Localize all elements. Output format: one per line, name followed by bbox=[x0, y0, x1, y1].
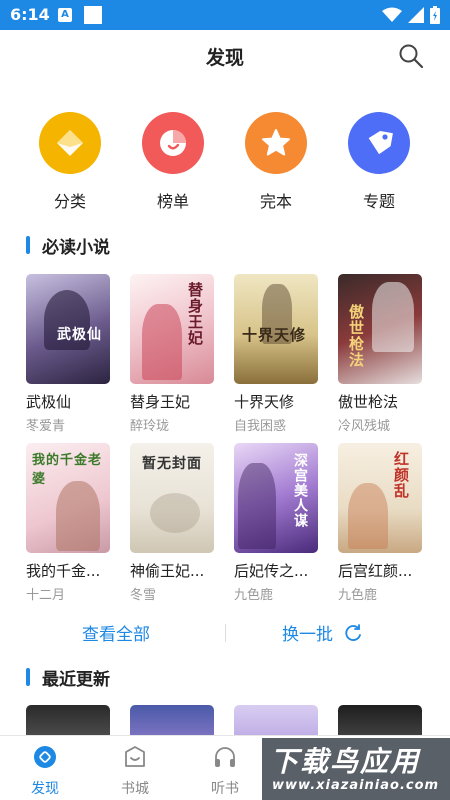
cover-title: 十界天修 bbox=[242, 326, 307, 344]
recent-book-cover[interactable] bbox=[234, 705, 318, 735]
book-cover: 我的千金老婆 bbox=[26, 443, 110, 553]
headphones-icon bbox=[215, 747, 235, 767]
diamond-icon bbox=[39, 112, 101, 174]
bookstore-icon bbox=[125, 746, 145, 767]
book-title: 后宫红颜... bbox=[338, 562, 413, 580]
section-must-read: 必读小说 bbox=[26, 233, 110, 258]
category-label: 专题 bbox=[362, 192, 395, 211]
cover-title: 深宫美人谋 bbox=[292, 453, 308, 528]
cover-title: 替身王妃 bbox=[186, 282, 204, 346]
category-row: 分类 榜单 完本 专题 bbox=[0, 112, 450, 217]
recent-book-cover[interactable] bbox=[26, 705, 110, 735]
site-watermark: 下载鸟应用 www.xiazainiao.com bbox=[262, 738, 450, 800]
view-all-button[interactable]: 查看全部 bbox=[82, 620, 150, 645]
cover-title: 我的千金老婆 bbox=[32, 453, 103, 487]
book-cover: 替身王妃 bbox=[130, 274, 214, 384]
page-title: 发现 bbox=[205, 47, 244, 69]
section-accent-bar bbox=[26, 236, 30, 254]
cover-title: 武极仙 bbox=[57, 327, 102, 343]
recent-book-cover[interactable] bbox=[338, 705, 422, 735]
watermark-main: 下载鸟应用 bbox=[270, 745, 421, 778]
wifi-icon bbox=[382, 7, 402, 22]
action-divider bbox=[225, 624, 226, 642]
book-author: 自我困惑 bbox=[234, 419, 287, 434]
book-cover: 十界天修 bbox=[234, 274, 318, 384]
nav-label: 发现 bbox=[31, 781, 59, 797]
nav-discover[interactable]: 发现 bbox=[15, 744, 75, 798]
nav-bookstore[interactable]: 书城 bbox=[105, 744, 165, 798]
book-title: 十界天修 bbox=[234, 393, 295, 411]
category-label: 榜单 bbox=[156, 192, 189, 211]
book-title: 替身王妃 bbox=[130, 393, 191, 411]
notification-a-icon: A bbox=[58, 8, 72, 22]
category-ranking[interactable]: 榜单 bbox=[133, 112, 213, 212]
book-title: 神偷王妃... bbox=[130, 562, 205, 580]
notification-square-icon bbox=[84, 6, 102, 24]
status-time: 6:14 bbox=[10, 5, 50, 24]
signal-icon bbox=[408, 7, 424, 23]
book-card[interactable]: 傲世枪法 傲世枪法 冷风残城 bbox=[338, 274, 422, 434]
category-completed[interactable]: 完本 bbox=[236, 112, 316, 212]
refresh-icon bbox=[345, 623, 361, 641]
book-title: 后妃传之... bbox=[234, 562, 309, 580]
refresh-button[interactable]: 换一批 bbox=[282, 620, 363, 645]
book-title: 傲世枪法 bbox=[338, 393, 399, 411]
category-label: 完本 bbox=[259, 192, 292, 211]
book-cover: 红颜乱 bbox=[338, 443, 422, 553]
book-author: 醉玲珑 bbox=[130, 419, 170, 434]
book-author: 冷风残城 bbox=[338, 419, 391, 434]
watermark-sub: www.xiazainiao.com bbox=[272, 778, 440, 793]
nav-audiobooks[interactable]: 听书 bbox=[195, 744, 255, 798]
nav-label: 听书 bbox=[211, 781, 239, 797]
book-card[interactable]: 深宫美人谋 后妃传之... 九色鹿 bbox=[234, 443, 318, 603]
nav-label: 书城 bbox=[121, 781, 149, 797]
section-title: 最近更新 bbox=[42, 669, 110, 690]
category-topics[interactable]: 专题 bbox=[339, 112, 419, 212]
chart-icon bbox=[142, 112, 204, 174]
book-cover: 暂无封面 bbox=[130, 443, 214, 553]
book-title: 我的千金... bbox=[26, 562, 101, 580]
book-card[interactable]: 红颜乱 后宫红颜... 九色鹿 bbox=[338, 443, 422, 603]
book-author: 苳爱青 bbox=[26, 419, 66, 434]
recent-book-cover[interactable] bbox=[130, 705, 214, 735]
search-icon[interactable] bbox=[398, 43, 424, 69]
star-icon bbox=[245, 112, 307, 174]
book-card[interactable]: 十界天修 十界天修 自我困惑 bbox=[234, 274, 318, 434]
book-author: 九色鹿 bbox=[234, 588, 274, 603]
recent-books-strip bbox=[0, 705, 450, 735]
book-cover: 傲世枪法 bbox=[338, 274, 422, 384]
cover-title: 暂无封面 bbox=[142, 456, 202, 472]
book-author: 十二月 bbox=[26, 588, 66, 603]
book-card[interactable]: 我的千金老婆 我的千金... 十二月 bbox=[26, 443, 110, 603]
status-bar: 6:14 A bbox=[0, 0, 450, 30]
book-actions: 查看全部 换一批 bbox=[0, 618, 450, 648]
battery-icon bbox=[430, 6, 440, 24]
discover-icon bbox=[34, 746, 56, 768]
cover-title: 傲世枪法 bbox=[347, 304, 365, 368]
section-title: 必读小说 bbox=[42, 237, 110, 258]
category-classify[interactable]: 分类 bbox=[30, 112, 110, 212]
section-recent: 最近更新 bbox=[26, 665, 110, 690]
app-header: 发现 bbox=[0, 30, 450, 82]
book-cover: 深宫美人谋 bbox=[234, 443, 318, 553]
book-title: 武极仙 bbox=[26, 393, 72, 411]
refresh-label: 换一批 bbox=[282, 625, 333, 645]
status-icons bbox=[382, 6, 440, 24]
cover-title: 红颜乱 bbox=[392, 451, 410, 499]
section-accent-bar bbox=[26, 668, 30, 686]
category-label: 分类 bbox=[53, 192, 86, 211]
book-card[interactable]: 暂无封面 神偷王妃... 冬雪 bbox=[130, 443, 214, 603]
book-card[interactable]: 替身王妃 替身王妃 醉玲珑 bbox=[130, 274, 214, 434]
book-cover: 武极仙 bbox=[26, 274, 110, 384]
book-author: 冬雪 bbox=[130, 588, 157, 603]
book-author: 九色鹿 bbox=[338, 588, 378, 603]
tag-icon bbox=[348, 112, 410, 174]
book-card[interactable]: 武极仙 武极仙 苳爱青 bbox=[26, 274, 110, 434]
